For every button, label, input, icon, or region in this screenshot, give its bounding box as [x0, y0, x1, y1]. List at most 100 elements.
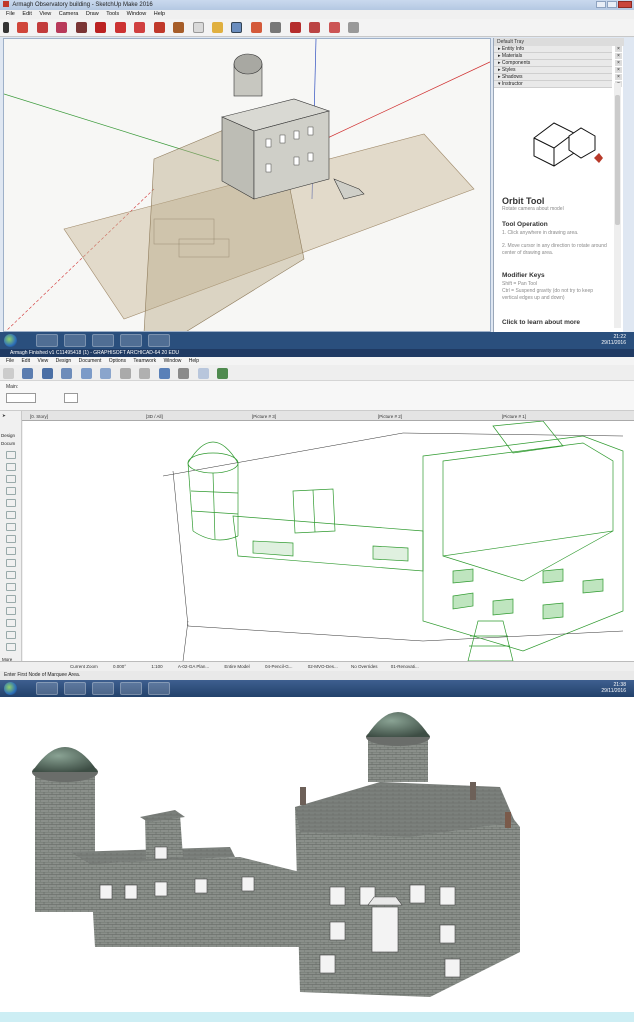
measure-icon[interactable] — [178, 368, 190, 379]
menu-options[interactable]: Options — [109, 358, 126, 364]
menu-document[interactable]: Document — [79, 358, 102, 364]
warehouse-icon[interactable] — [309, 22, 321, 33]
snap-icon[interactable] — [119, 368, 131, 379]
spline-tool-icon[interactable] — [6, 607, 16, 615]
zoom-extents-icon[interactable] — [289, 22, 301, 33]
archicad-3d-viewport[interactable] — [23, 421, 634, 663]
label-tool-icon[interactable] — [6, 547, 16, 555]
camera-tool-icon[interactable] — [6, 643, 16, 651]
select-tool-icon[interactable] — [3, 22, 9, 33]
arc-tool-icon[interactable] — [6, 571, 16, 579]
hotspot-tool-icon[interactable] — [6, 619, 16, 627]
inject-icon[interactable] — [41, 368, 53, 379]
pen-set-icon[interactable] — [80, 368, 92, 379]
line-tool-icon[interactable] — [6, 559, 16, 567]
geometry-method-button[interactable] — [64, 393, 78, 403]
menu-help[interactable]: Help — [154, 11, 165, 17]
tray-item-instructor[interactable]: ▾ Instructor× — [494, 81, 622, 88]
taskbar-chrome-icon[interactable] — [92, 682, 114, 695]
pan-tool-icon[interactable] — [250, 22, 262, 33]
rotation-field[interactable]: 0.000° — [113, 664, 126, 669]
line-tool-icon[interactable] — [36, 22, 48, 33]
zoom-tool-icon[interactable] — [270, 22, 282, 33]
tab-picture-2[interactable]: [Picture # 2] — [378, 412, 402, 421]
menu-draw[interactable]: Draw — [86, 11, 99, 17]
minimize-button[interactable] — [596, 1, 606, 8]
pick-up-icon[interactable] — [22, 368, 34, 379]
scrollbar-thumb[interactable] — [615, 95, 620, 225]
maximize-button[interactable] — [607, 1, 617, 8]
tray-item-shadows[interactable]: ▸ Shadows × — [494, 74, 622, 81]
text-tool-icon[interactable] — [211, 22, 223, 33]
undo-icon[interactable] — [3, 368, 14, 379]
pushpull-tool-icon[interactable] — [75, 22, 87, 33]
eraser-tool-icon[interactable] — [17, 22, 29, 33]
roof-tool-icon[interactable] — [6, 523, 16, 531]
toolbox-document-label[interactable]: Docum — [1, 441, 15, 446]
window-tool-icon[interactable] — [6, 475, 16, 483]
fill-tool-icon[interactable] — [6, 595, 16, 603]
tape-tool-icon[interactable] — [192, 22, 204, 33]
polyline-tool-icon[interactable] — [6, 583, 16, 591]
beam-tool-icon[interactable] — [6, 499, 16, 507]
render-icon[interactable] — [216, 368, 228, 379]
close-icon[interactable]: × — [615, 67, 622, 73]
taskbar-sketchup-icon[interactable] — [120, 682, 142, 695]
menu-edit[interactable]: Edit — [21, 358, 30, 364]
shape-tool-icon[interactable] — [56, 22, 68, 33]
menu-file[interactable]: File — [6, 358, 14, 364]
menu-view[interactable]: View — [39, 11, 51, 17]
tab-picture-1[interactable]: [Picture # 1] — [502, 412, 526, 421]
move-tool-icon[interactable] — [95, 22, 107, 33]
layout-icon[interactable] — [348, 22, 360, 33]
renovation-field[interactable]: 01-Renovati... — [391, 664, 419, 669]
view-3d-icon[interactable] — [158, 368, 170, 379]
tray-item-components[interactable]: ▸ Components × — [494, 60, 622, 67]
menu-window[interactable]: Window — [127, 11, 147, 17]
grid-icon[interactable] — [100, 368, 112, 379]
taskbar-sketchup-icon[interactable] — [120, 334, 142, 347]
layer-icon[interactable] — [61, 368, 73, 379]
tab-story[interactable]: [0. Story] — [30, 412, 48, 421]
taskbar-archicad-icon[interactable] — [148, 334, 170, 347]
taskbar-explorer-icon[interactable] — [36, 334, 58, 347]
close-button[interactable] — [618, 1, 632, 8]
door-tool-icon[interactable] — [6, 463, 16, 471]
orbit-icon[interactable] — [197, 368, 209, 379]
zoom-icon[interactable] — [139, 368, 151, 379]
menu-file[interactable]: File — [6, 11, 15, 17]
current-zoom-field[interactable]: Current Zoom — [70, 664, 98, 669]
toolbox-arrow-icon[interactable]: ➤ — [2, 413, 6, 419]
menu-tools[interactable]: Tools — [106, 11, 119, 17]
wall-tool-icon[interactable] — [6, 451, 16, 459]
sketchup-viewport[interactable] — [3, 38, 491, 332]
text-tool-icon[interactable] — [6, 535, 16, 543]
figure-tool-icon[interactable] — [6, 631, 16, 639]
slab-tool-icon[interactable] — [6, 511, 16, 519]
taskbar-explorer-icon[interactable] — [36, 682, 58, 695]
close-icon[interactable]: × — [615, 46, 622, 52]
tray-scrollbar[interactable] — [614, 83, 621, 328]
taskbar-media-icon[interactable] — [64, 334, 86, 347]
scale-tool-icon[interactable] — [134, 22, 146, 33]
scale-field[interactable]: 1:100 — [151, 664, 162, 669]
offset-tool-icon[interactable] — [153, 22, 165, 33]
menu-design[interactable]: Design — [56, 358, 72, 364]
menu-help[interactable]: Help — [189, 358, 199, 364]
instructor-learn-more-link[interactable]: Click to learn about more — [502, 319, 580, 326]
graphic-override-field[interactable]: No Overrides — [351, 664, 378, 669]
mvo-field[interactable]: 02-MVO-Des... — [308, 664, 338, 669]
layer-combo-field[interactable]: A-02-GA Plan... — [178, 664, 209, 669]
toolbox-design-label[interactable]: Design — [1, 433, 15, 438]
close-icon[interactable]: × — [615, 60, 622, 66]
menu-edit[interactable]: Edit — [22, 11, 31, 17]
pen-set-field[interactable]: 04-Pencil-G... — [265, 664, 293, 669]
taskbar-chrome-icon[interactable] — [92, 334, 114, 347]
close-icon[interactable]: × — [615, 74, 622, 80]
tray-item-materials[interactable]: ▸ Materials × — [494, 53, 622, 60]
tray-item-styles[interactable]: ▸ Styles × — [494, 67, 622, 74]
tab-picture-3[interactable]: [Picture # 3] — [252, 412, 276, 421]
column-tool-icon[interactable] — [6, 487, 16, 495]
menu-view[interactable]: View — [37, 358, 48, 364]
menu-camera[interactable]: Camera — [59, 11, 79, 17]
